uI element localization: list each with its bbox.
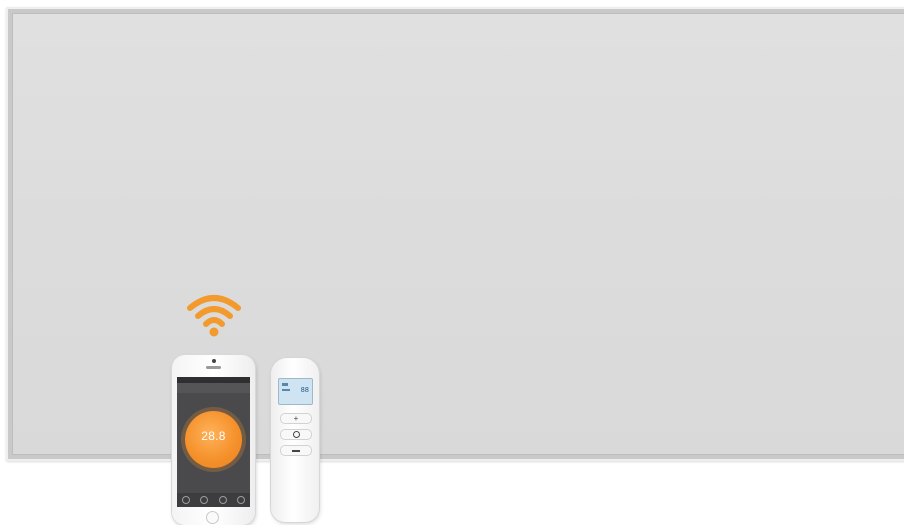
tab-bar [177,493,250,507]
lcd-digits: 88 [300,386,309,394]
power-icon [292,431,300,438]
camera-icon [212,359,216,363]
plus-icon: + [293,413,299,423]
phone-screen: 28.8 [177,377,250,507]
tab-icon[interactable] [200,496,209,504]
speaker-grill [206,366,221,369]
panel-surface [12,13,904,455]
plus-button[interactable]: + [280,413,312,424]
remote-lcd: 88 [278,378,313,405]
remote-control: 88 + [271,358,319,522]
wifi-icon [187,295,241,337]
smartphone: 28.8 [172,355,255,525]
lcd-segment [282,389,290,391]
tab-icon[interactable] [218,496,227,504]
power-button[interactable] [280,429,312,440]
heater-panel [6,7,904,461]
minus-icon [292,449,300,452]
home-button[interactable] [206,511,219,524]
tab-icon[interactable] [182,496,191,504]
app-bar [177,383,250,393]
temperature-dial[interactable]: 28.8 [185,411,242,468]
minus-button[interactable] [280,445,312,456]
temperature-value: 28.8 [201,429,226,443]
tab-icon[interactable] [236,496,245,504]
lcd-segment [282,383,288,386]
